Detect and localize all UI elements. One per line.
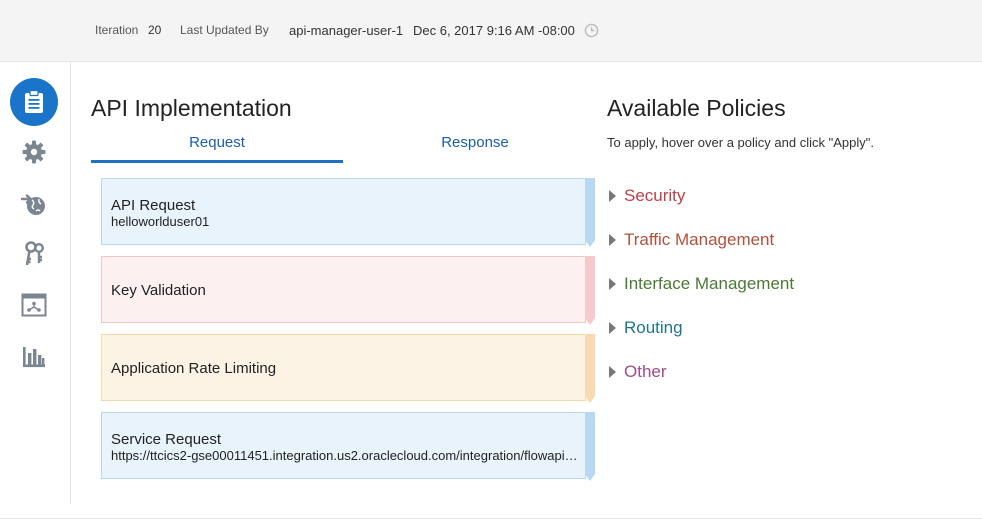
- policy-group-security[interactable]: Security: [609, 186, 685, 206]
- card-detail: helloworlduser01: [111, 214, 210, 229]
- last-updated-by-user: api-manager-user-1: [289, 23, 404, 38]
- expand-triangle-icon: [609, 234, 616, 246]
- policy-card-api-request[interactable]: API Request helloworlduser01: [101, 178, 595, 247]
- card-label: Application Rate Limiting: [111, 360, 277, 377]
- clock-icon[interactable]: [584, 23, 599, 38]
- last-updated-by-label: Last Updated By: [180, 23, 269, 37]
- card-label: Key Validation: [111, 282, 206, 299]
- policy-group-routing[interactable]: Routing: [609, 318, 683, 338]
- available-policies-hint: To apply, hover over a policy and click …: [607, 135, 874, 150]
- policy-group-traffic-management[interactable]: Traffic Management: [609, 230, 774, 250]
- iteration-label: Iteration: [95, 23, 139, 37]
- policy-group-label: Traffic Management: [624, 230, 775, 249]
- rail-keys-button[interactable]: [16, 236, 52, 272]
- policy-group-interface-management[interactable]: Interface Management: [609, 274, 794, 294]
- available-policies-title: Available Policies: [607, 95, 786, 121]
- left-navigation-rail: [0, 62, 71, 504]
- policy-card-key-validation[interactable]: Key Validation: [101, 256, 595, 325]
- footer-divider: [0, 518, 982, 519]
- policy-group-label: Security: [624, 186, 686, 205]
- card-tail: [585, 256, 595, 325]
- rail-implementation-button[interactable]: [10, 78, 58, 126]
- policy-card-application-rate-limiting[interactable]: Application Rate Limiting: [101, 334, 595, 403]
- revision-info-bar: Iteration 20 Last Updated By api-manager…: [0, 0, 982, 62]
- rail-settings-button[interactable]: [16, 134, 52, 170]
- keys-icon: [25, 241, 44, 266]
- card-tail: [585, 178, 595, 247]
- rail-deployments-button[interactable]: [16, 186, 52, 222]
- expand-triangle-icon: [609, 278, 616, 290]
- gear-icon: [22, 140, 46, 164]
- card-detail: https://ttcics2-gse00011451.integration.…: [111, 448, 581, 463]
- policy-group-label: Other: [624, 362, 667, 381]
- bar-chart-icon: [23, 347, 45, 368]
- tab-request[interactable]: Request: [91, 134, 343, 163]
- expand-triangle-icon: [609, 190, 616, 202]
- card-tail: [585, 412, 595, 481]
- clipboard-icon: [25, 90, 43, 113]
- card-label: Service Request: [111, 431, 222, 448]
- topology-icon: [21, 293, 47, 317]
- globe-deploy-icon: [20, 194, 45, 215]
- expand-triangle-icon: [609, 366, 616, 378]
- card-label: API Request: [111, 197, 196, 214]
- card-tail: [585, 334, 595, 403]
- iteration-value: 20: [148, 23, 162, 37]
- policy-group-other[interactable]: Other: [609, 362, 667, 382]
- policy-group-label: Routing: [624, 318, 683, 337]
- tab-response[interactable]: Response: [350, 134, 600, 163]
- last-updated-timestamp: Dec 6, 2017 9:16 AM -08:00: [413, 23, 575, 38]
- rail-analytics-button[interactable]: [16, 339, 52, 375]
- api-implementation-title: API Implementation: [91, 95, 292, 121]
- expand-triangle-icon: [609, 322, 616, 334]
- policy-card-service-request[interactable]: Service Request https://ttcics2-gse00011…: [101, 412, 595, 481]
- rail-topology-button[interactable]: [16, 287, 52, 323]
- policy-group-label: Interface Management: [624, 274, 795, 293]
